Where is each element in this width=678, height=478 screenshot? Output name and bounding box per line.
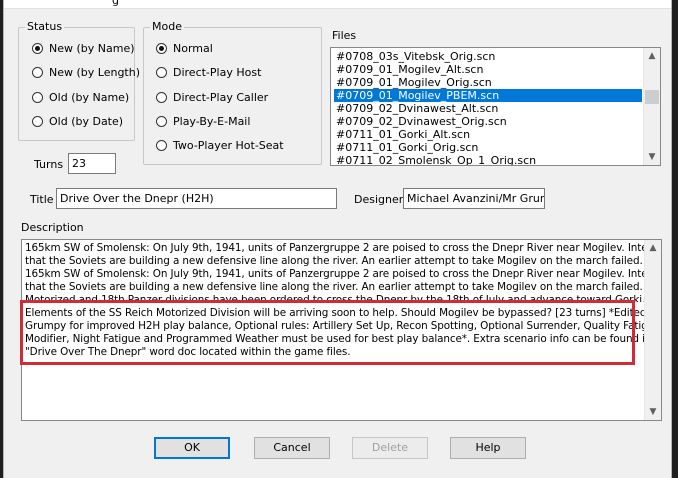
description-line: Motorized and 18th Panzer divisions have… — [25, 294, 646, 302]
file-list-item[interactable]: #0709_02_Dvinawest_Alt.scn — [334, 102, 642, 115]
scroll-up-icon[interactable]: ▲ — [645, 240, 661, 256]
scroll-down-icon[interactable]: ▼ — [644, 149, 660, 165]
status-legend: Status — [25, 20, 65, 33]
turns-label: Turns — [34, 158, 64, 171]
title-input[interactable]: Drive Over the Dnepr (H2H) — [56, 188, 337, 209]
help-button[interactable]: Help — [450, 437, 526, 459]
radio-icon — [32, 42, 43, 54]
status-option-old-by-name[interactable]: Old (by Name) — [32, 89, 129, 105]
mode-option-play-by-email[interactable]: Play-By-E-Mail — [156, 113, 250, 129]
description-line: Grumpy for improved H2H play balance, Op… — [25, 320, 661, 332]
file-list-item[interactable]: #0708_03s_Vitebsk_Orig.scn — [334, 50, 642, 63]
description-line: 165km SW of Smolensk: On July 9th, 1941,… — [25, 242, 662, 254]
delete-button[interactable]: Delete — [352, 437, 428, 459]
description-line: Modifier, Night Fatigue and Programmed W… — [25, 333, 662, 345]
radio-icon — [32, 66, 43, 78]
radio-icon — [156, 91, 167, 103]
file-list-item[interactable]: #0709_01_Mogilev_Orig.scn — [334, 76, 642, 89]
cancel-button[interactable]: Cancel — [254, 437, 330, 459]
radio-icon — [156, 139, 167, 151]
scenario-dialog: g Status New (by Name) New (by Length) O… — [3, 0, 672, 478]
designer-input[interactable]: Michael Avanzini/Mr Grumpy — [403, 188, 545, 209]
radio-icon — [156, 42, 167, 54]
title-bar: g — [4, 0, 671, 9]
file-list-item[interactable]: #0709_02_Dvinawest_Orig.scn — [334, 115, 642, 128]
description-scrollbar[interactable]: ▲ ▼ — [644, 240, 661, 420]
mode-legend: Mode — [150, 20, 184, 33]
files-label: Files — [332, 29, 357, 42]
ok-button[interactable]: OK — [154, 437, 230, 459]
description-line: "Drive Over The Dnepr" word doc located … — [25, 346, 351, 358]
description-textarea[interactable]: 165km SW of Smolensk: On July 9th, 1941,… — [21, 239, 662, 421]
turns-input[interactable]: 23 — [68, 153, 116, 174]
radio-icon — [156, 66, 167, 78]
title-label: Title — [30, 193, 54, 206]
file-list-item-selected[interactable]: #0709_01_Mogilev_PBEM.scn — [334, 89, 642, 102]
description-line: that the Soviets are building a new defe… — [25, 255, 662, 267]
status-option-old-by-date[interactable]: Old (by Date) — [32, 113, 123, 129]
status-option-new-by-name[interactable]: New (by Name) — [32, 40, 135, 56]
description-line: that the Soviets are building a new defe… — [25, 281, 662, 293]
mode-option-two-player-hot-seat[interactable]: Two-Player Hot-Seat — [156, 137, 284, 153]
scroll-thumb[interactable] — [645, 90, 659, 104]
mode-option-direct-play-host[interactable]: Direct-Play Host — [156, 64, 261, 80]
mode-option-normal[interactable]: Normal — [156, 40, 213, 56]
file-list-item[interactable]: #0711_01_Gorki_Orig.scn — [334, 141, 642, 154]
file-list-item[interactable]: #0711_02_Smolensk_Op_1_Orig.scn — [334, 154, 642, 165]
mode-option-direct-play-caller[interactable]: Direct-Play Caller — [156, 89, 268, 105]
scroll-down-icon[interactable]: ▼ — [645, 404, 661, 420]
radio-icon — [156, 115, 167, 127]
scroll-up-icon[interactable]: ▲ — [644, 48, 660, 64]
file-list-item[interactable]: #0711_01_Gorki_Alt.scn — [334, 128, 642, 141]
files-listbox[interactable]: #0708_03s_Vitebsk_Orig.scn #0709_01_Mogi… — [330, 47, 661, 166]
radio-icon — [32, 91, 43, 103]
files-scrollbar[interactable]: ▲ ▼ — [643, 48, 660, 165]
description-line: Elements of the SS Reich Motorized Divis… — [25, 307, 662, 319]
status-option-new-by-length[interactable]: New (by Length) — [32, 64, 140, 80]
radio-icon — [32, 115, 43, 127]
title-fragment: g — [112, 0, 119, 7]
designer-label: Designer — [354, 193, 404, 206]
description-line: 165km SW of Smolensk: On July 9th, 1941,… — [25, 268, 662, 280]
file-list-item[interactable]: #0709_01_Mogilev_Alt.scn — [334, 63, 642, 76]
description-label: Description — [21, 221, 84, 234]
